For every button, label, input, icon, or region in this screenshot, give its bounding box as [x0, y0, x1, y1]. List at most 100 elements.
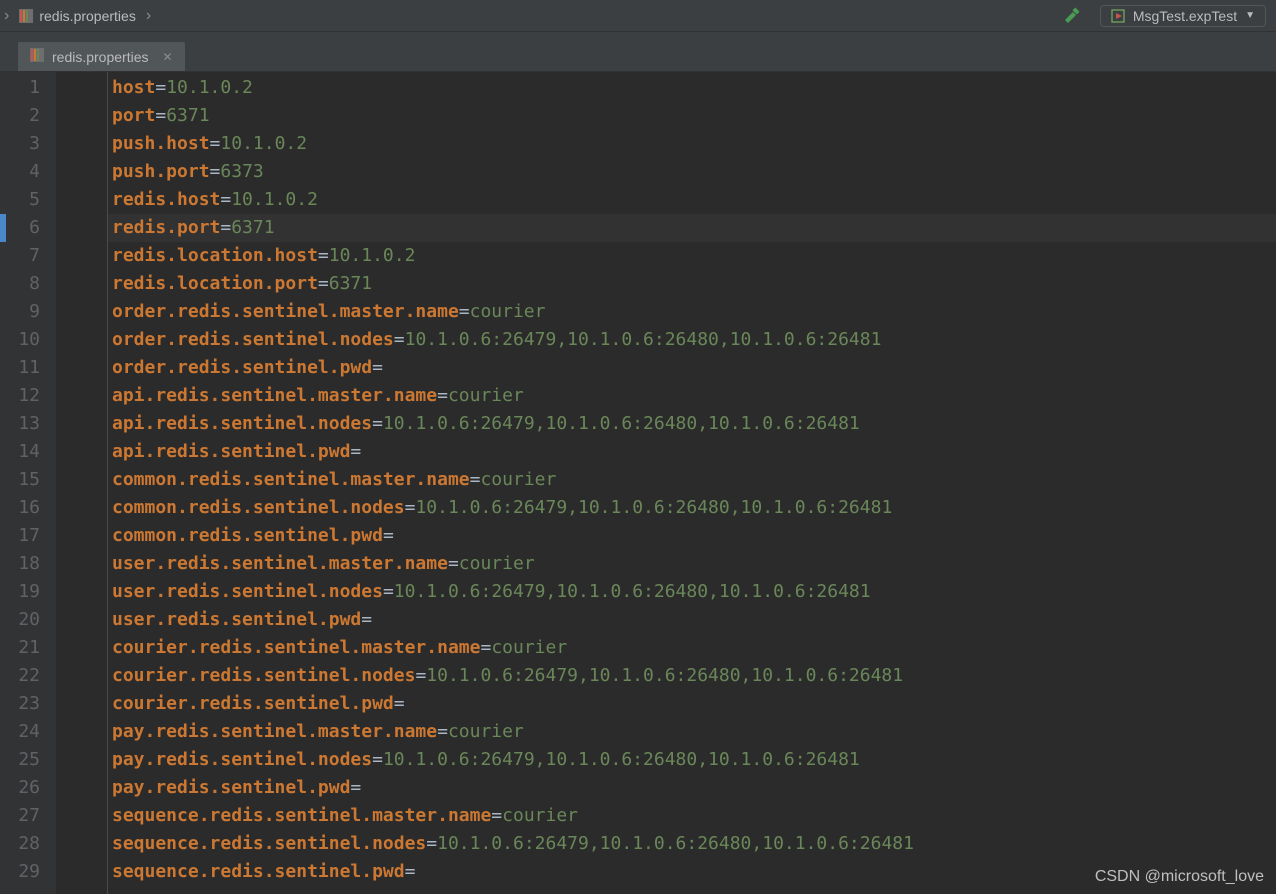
property-value: 10.1.0.6:26479,10.1.0.6:26480,10.1.0.6:2…	[415, 497, 892, 518]
property-key: pay.redis.sentinel.nodes	[112, 749, 372, 770]
code-line[interactable]: redis.location.port=6371	[108, 270, 1276, 298]
property-key: courier.redis.sentinel.pwd	[112, 693, 394, 714]
line-number: 19	[0, 578, 40, 606]
property-value: courier	[459, 553, 535, 574]
property-key: host	[112, 77, 155, 98]
code-line[interactable]: common.redis.sentinel.nodes=10.1.0.6:264…	[108, 494, 1276, 522]
property-value: 6371	[231, 217, 274, 238]
equals-sign: =	[459, 301, 470, 322]
code-line[interactable]: courier.redis.sentinel.master.name=couri…	[108, 634, 1276, 662]
property-key: pay.redis.sentinel.pwd	[112, 777, 350, 798]
navigation-bar: › redis.properties › MsgTest.expTest ▼	[0, 0, 1276, 32]
code-line[interactable]: api.redis.sentinel.pwd=	[108, 438, 1276, 466]
property-key: order.redis.sentinel.master.name	[112, 301, 459, 322]
property-key: push.port	[112, 161, 210, 182]
line-number-gutter: 1234567891011121314151617181920212223242…	[0, 72, 56, 894]
code-line[interactable]: sequence.redis.sentinel.nodes=10.1.0.6:2…	[108, 830, 1276, 858]
line-number: 24	[0, 718, 40, 746]
line-number: 2	[0, 102, 40, 130]
code-line[interactable]: courier.redis.sentinel.pwd=	[108, 690, 1276, 718]
property-value: 10.1.0.2	[220, 133, 307, 154]
line-number: 23	[0, 690, 40, 718]
property-key: redis.location.host	[112, 245, 318, 266]
code-line[interactable]: user.redis.sentinel.pwd=	[108, 606, 1276, 634]
property-key: pay.redis.sentinel.master.name	[112, 721, 437, 742]
breadcrumb-chevron-icon: ›	[142, 7, 155, 25]
property-key: courier.redis.sentinel.master.name	[112, 637, 480, 658]
line-number: 11	[0, 354, 40, 382]
equals-sign: =	[372, 357, 383, 378]
properties-file-icon	[30, 48, 44, 65]
equals-sign: =	[480, 637, 491, 658]
code-line[interactable]: order.redis.sentinel.nodes=10.1.0.6:2647…	[108, 326, 1276, 354]
breadcrumb-file-label: redis.properties	[39, 8, 136, 24]
equals-sign: =	[372, 749, 383, 770]
line-number: 25	[0, 746, 40, 774]
property-key: sequence.redis.sentinel.pwd	[112, 861, 405, 882]
code-line[interactable]: pay.redis.sentinel.nodes=10.1.0.6:26479,…	[108, 746, 1276, 774]
code-line[interactable]: user.redis.sentinel.master.name=courier	[108, 550, 1276, 578]
property-key: sequence.redis.sentinel.nodes	[112, 833, 426, 854]
code-line[interactable]: pay.redis.sentinel.pwd=	[108, 774, 1276, 802]
code-line[interactable]: user.redis.sentinel.nodes=10.1.0.6:26479…	[108, 578, 1276, 606]
code-line[interactable]: redis.host=10.1.0.2	[108, 186, 1276, 214]
code-line[interactable]: push.port=6373	[108, 158, 1276, 186]
equals-sign: =	[383, 525, 394, 546]
close-icon[interactable]: ✕	[157, 50, 173, 64]
code-editor[interactable]: 1234567891011121314151617181920212223242…	[0, 72, 1276, 894]
property-value: courier	[480, 469, 556, 490]
equals-sign: =	[437, 721, 448, 742]
build-hammer-icon[interactable]	[1062, 6, 1082, 26]
line-number: 18	[0, 550, 40, 578]
property-value: 6371	[329, 273, 372, 294]
breadcrumb-chevron-icon: ›	[0, 7, 13, 25]
code-line[interactable]: order.redis.sentinel.pwd=	[108, 354, 1276, 382]
property-value: 10.1.0.2	[166, 77, 253, 98]
property-key: api.redis.sentinel.master.name	[112, 385, 437, 406]
equals-sign: =	[220, 189, 231, 210]
code-line[interactable]: push.host=10.1.0.2	[108, 130, 1276, 158]
run-config-selector[interactable]: MsgTest.expTest ▼	[1100, 5, 1266, 27]
property-key: order.redis.sentinel.pwd	[112, 357, 372, 378]
tab-file-label: redis.properties	[52, 49, 149, 65]
code-area[interactable]: host=10.1.0.2port=6371push.host=10.1.0.2…	[108, 72, 1276, 894]
line-number: 14	[0, 438, 40, 466]
line-number: 20	[0, 606, 40, 634]
property-key: redis.port	[112, 217, 220, 238]
code-line[interactable]: port=6371	[108, 102, 1276, 130]
property-value: courier	[502, 805, 578, 826]
code-line[interactable]: redis.port=6371	[108, 214, 1276, 242]
line-number: 4	[0, 158, 40, 186]
equals-sign: =	[361, 609, 372, 630]
code-line[interactable]: common.redis.sentinel.pwd=	[108, 522, 1276, 550]
equals-sign: =	[220, 217, 231, 238]
property-value: 6371	[166, 105, 209, 126]
property-value: courier	[448, 721, 524, 742]
equals-sign: =	[470, 469, 481, 490]
line-number: 16	[0, 494, 40, 522]
property-value: 10.1.0.2	[231, 189, 318, 210]
code-line[interactable]: pay.redis.sentinel.master.name=courier	[108, 718, 1276, 746]
equals-sign: =	[318, 273, 329, 294]
editor-tab[interactable]: redis.properties ✕	[18, 42, 185, 71]
code-line[interactable]: sequence.redis.sentinel.master.name=cour…	[108, 802, 1276, 830]
code-line[interactable]: courier.redis.sentinel.nodes=10.1.0.6:26…	[108, 662, 1276, 690]
code-line[interactable]: host=10.1.0.2	[108, 74, 1276, 102]
code-line[interactable]: redis.location.host=10.1.0.2	[108, 242, 1276, 270]
code-line[interactable]: common.redis.sentinel.master.name=courie…	[108, 466, 1276, 494]
code-line[interactable]: order.redis.sentinel.master.name=courier	[108, 298, 1276, 326]
line-number: 5	[0, 186, 40, 214]
line-number: 3	[0, 130, 40, 158]
equals-sign: =	[437, 385, 448, 406]
property-value: 10.1.0.2	[329, 245, 416, 266]
breadcrumb-item[interactable]: redis.properties	[13, 8, 142, 24]
equals-sign: =	[448, 553, 459, 574]
property-key: common.redis.sentinel.pwd	[112, 525, 383, 546]
watermark-text: CSDN @microsoft_love	[1095, 868, 1264, 886]
property-key: common.redis.sentinel.nodes	[112, 497, 405, 518]
chevron-down-icon: ▼	[1245, 10, 1255, 21]
line-number: 9	[0, 298, 40, 326]
code-line[interactable]: api.redis.sentinel.master.name=courier	[108, 382, 1276, 410]
property-value: 10.1.0.6:26479,10.1.0.6:26480,10.1.0.6:2…	[383, 749, 860, 770]
code-line[interactable]: api.redis.sentinel.nodes=10.1.0.6:26479,…	[108, 410, 1276, 438]
